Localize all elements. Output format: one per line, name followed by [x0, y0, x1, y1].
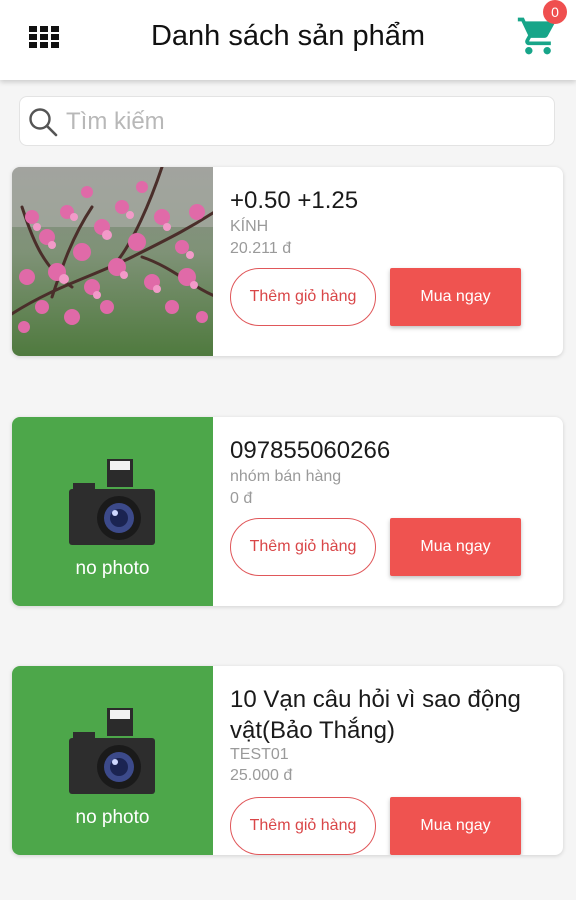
product-price: 25.000 đ	[230, 767, 293, 784]
product-category: KÍNH	[230, 218, 269, 235]
camera-icon	[69, 708, 155, 794]
no-photo-label: no photo	[75, 558, 150, 579]
product-price: 0 đ	[230, 490, 253, 507]
buy-now-button[interactable]: Mua ngay	[390, 797, 521, 855]
product-name: 10 Vạn câu hỏi vì sao động vật(Bảo Thắng…	[230, 686, 521, 744]
add-to-cart-button[interactable]: Thêm giỏ hàng	[230, 797, 376, 855]
peach-blossom-image	[12, 167, 213, 356]
product-card[interactable]: no photo 10 Vạn câu hỏi vì sao động vật(…	[12, 666, 563, 855]
product-price: 20.211 đ	[230, 240, 292, 257]
product-card[interactable]: +0.50 +1.25 KÍNH 20.211 đ Thêm giỏ hàng …	[12, 167, 563, 356]
page-title: Danh sách sản phẩm	[150, 20, 426, 52]
product-name: +0.50 +1.25	[230, 187, 359, 214]
product-category: TEST01	[230, 746, 289, 763]
no-photo-placeholder: no photo	[12, 666, 213, 855]
add-to-cart-button[interactable]: Thêm giỏ hàng	[230, 518, 376, 576]
search-input[interactable]	[66, 103, 546, 141]
buy-now-button[interactable]: Mua ngay	[390, 268, 521, 326]
buy-now-button[interactable]: Mua ngay	[390, 518, 521, 576]
no-photo-placeholder: no photo	[12, 417, 213, 606]
no-photo-label: no photo	[75, 807, 150, 828]
product-card[interactable]: no photo 097855060266 nhóm bán hàng 0 đ …	[12, 417, 563, 606]
camera-icon	[69, 459, 155, 545]
app-header: Danh sách sản phẩm 0	[0, 0, 576, 80]
search-bar	[19, 96, 555, 146]
cart-count-badge: 0	[543, 0, 567, 24]
product-category: nhóm bán hàng	[230, 468, 342, 485]
product-name: 097855060266	[230, 437, 391, 464]
add-to-cart-button[interactable]: Thêm giỏ hàng	[230, 268, 376, 326]
search-icon	[29, 108, 58, 137]
